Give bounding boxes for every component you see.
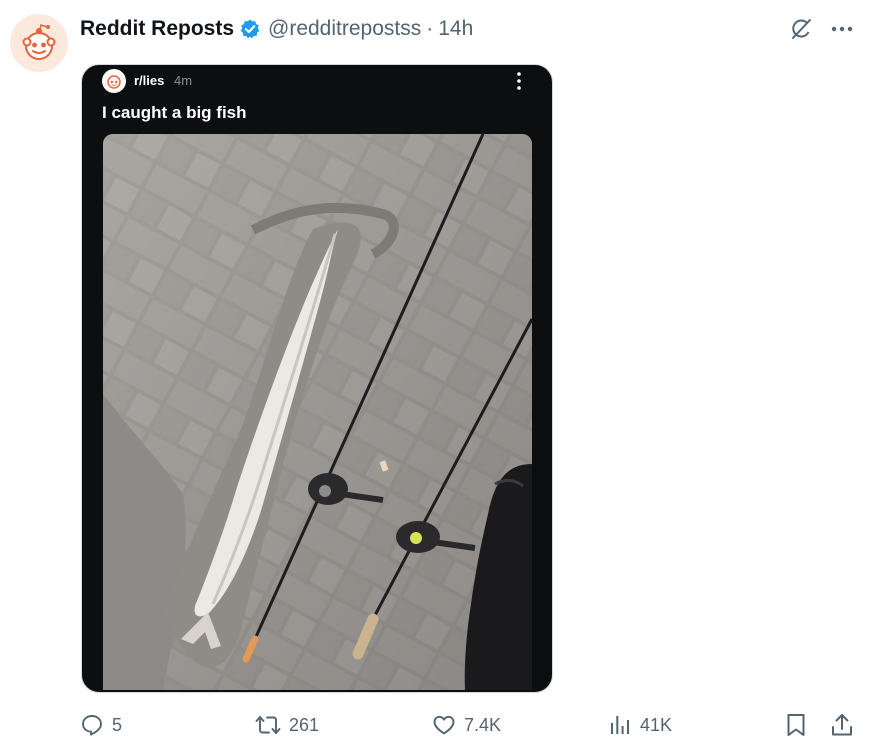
heart-icon (433, 715, 455, 735)
subreddit-icon (102, 69, 126, 93)
more-horizontal-icon[interactable] (828, 16, 856, 42)
post-title: I caught a big fish (102, 103, 247, 122)
fish-photo (103, 134, 532, 690)
subreddit-name: r/lies (134, 73, 165, 88)
reply-icon (82, 715, 102, 736)
reply-button[interactable]: 5 (80, 706, 122, 744)
bookmark-icon (787, 714, 805, 736)
like-button[interactable]: 7.4K (432, 706, 501, 744)
repost-button[interactable]: 261 (255, 706, 319, 744)
views-button[interactable]: 41K (608, 706, 672, 744)
analytics-icon (611, 716, 629, 734)
avatar[interactable] (10, 14, 68, 72)
grok-icon[interactable] (788, 16, 814, 42)
timestamp[interactable]: 14h (438, 17, 473, 41)
tweet-header: Reddit Reposts @redditrepostss · 14h (80, 14, 473, 44)
tweet-actions: 5 261 7.4K 41K (0, 706, 876, 744)
post-age: 4m (174, 73, 193, 88)
bookmark-button[interactable] (785, 706, 807, 744)
share-button[interactable] (830, 706, 854, 744)
reddit-snoo-icon (22, 24, 56, 60)
verified-badge-icon[interactable] (239, 18, 261, 40)
post-menu-icon (512, 69, 526, 93)
reply-count: 5 (112, 714, 123, 735)
repost-count: 261 (289, 714, 320, 735)
display-name[interactable]: Reddit Reposts (80, 17, 234, 41)
repost-icon (255, 716, 281, 734)
like-count: 7.4K (464, 714, 502, 735)
tweet-media[interactable]: r/lies 4m I caught a big fish (81, 64, 553, 693)
separator-dot: · (426, 17, 434, 40)
share-icon (832, 714, 852, 736)
view-count: 41K (640, 714, 673, 735)
handle[interactable]: @redditrepostss (268, 17, 421, 41)
